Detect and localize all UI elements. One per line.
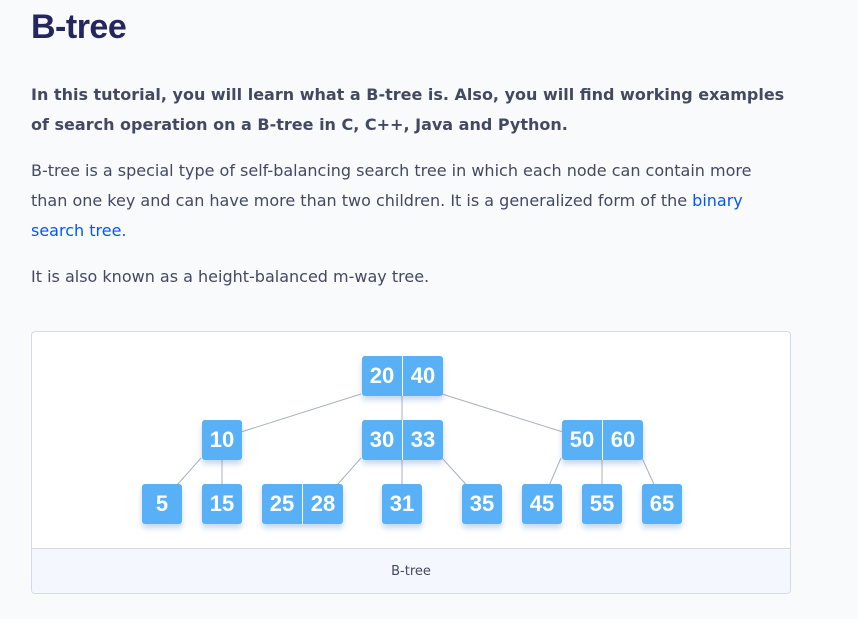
btree-node-leaf: 5 <box>142 484 182 524</box>
btree-key: 65 <box>649 491 675 516</box>
btree-key: 40 <box>402 356 443 396</box>
btree-node-leaf: 55 <box>582 484 622 524</box>
btree-node-leaf: 35 <box>462 484 502 524</box>
btree-key: 20 <box>369 363 395 388</box>
btree-key: 5 <box>155 491 169 516</box>
btree-node-level1: 10 <box>202 420 242 460</box>
page-title: B-tree <box>31 8 127 46</box>
edge-root-50-60 <box>441 393 583 439</box>
btree-key: 25 <box>269 491 295 516</box>
btree-key: 15 <box>209 491 235 516</box>
definition-text: B-tree is a special type of self-balanci… <box>31 161 752 210</box>
btree-key: 35 <box>469 491 495 516</box>
btree-key: 55 <box>589 491 615 516</box>
btree-key: 45 <box>529 491 555 516</box>
btree-key: 60 <box>602 420 643 460</box>
btree-figure: 20 40 10 30 33 50 60 5 15 25 28 31 35 45… <box>31 331 791 594</box>
btree-node-level1: 50 60 <box>562 420 643 460</box>
btree-key: 31 <box>389 491 415 516</box>
btree-key: 28 <box>302 484 343 524</box>
btree-key: 50 <box>569 427 595 452</box>
aka-paragraph: It is also known as a height-balanced m-… <box>31 267 430 286</box>
definition-paragraph: B-tree is a special type of self-balanci… <box>31 156 791 246</box>
btree-diagram: 20 40 10 30 33 50 60 5 15 25 28 31 35 45… <box>32 332 790 548</box>
btree-key: 10 <box>209 427 235 452</box>
btree-node-leaf: 15 <box>202 484 242 524</box>
intro-paragraph: In this tutorial, you will learn what a … <box>31 85 785 134</box>
btree-node-leaf: 65 <box>642 484 682 524</box>
figure-caption: B-tree <box>32 548 790 593</box>
btree-key: 30 <box>369 427 395 452</box>
btree-node-leaf: 45 <box>522 484 562 524</box>
btree-node-level1: 30 33 <box>362 420 443 460</box>
btree-node-root: 20 40 <box>362 356 443 396</box>
edge-root-10 <box>221 393 362 439</box>
btree-key: 33 <box>402 420 443 460</box>
btree-node-leaf: 31 <box>382 484 422 524</box>
btree-node-leaf: 25 28 <box>262 484 343 524</box>
